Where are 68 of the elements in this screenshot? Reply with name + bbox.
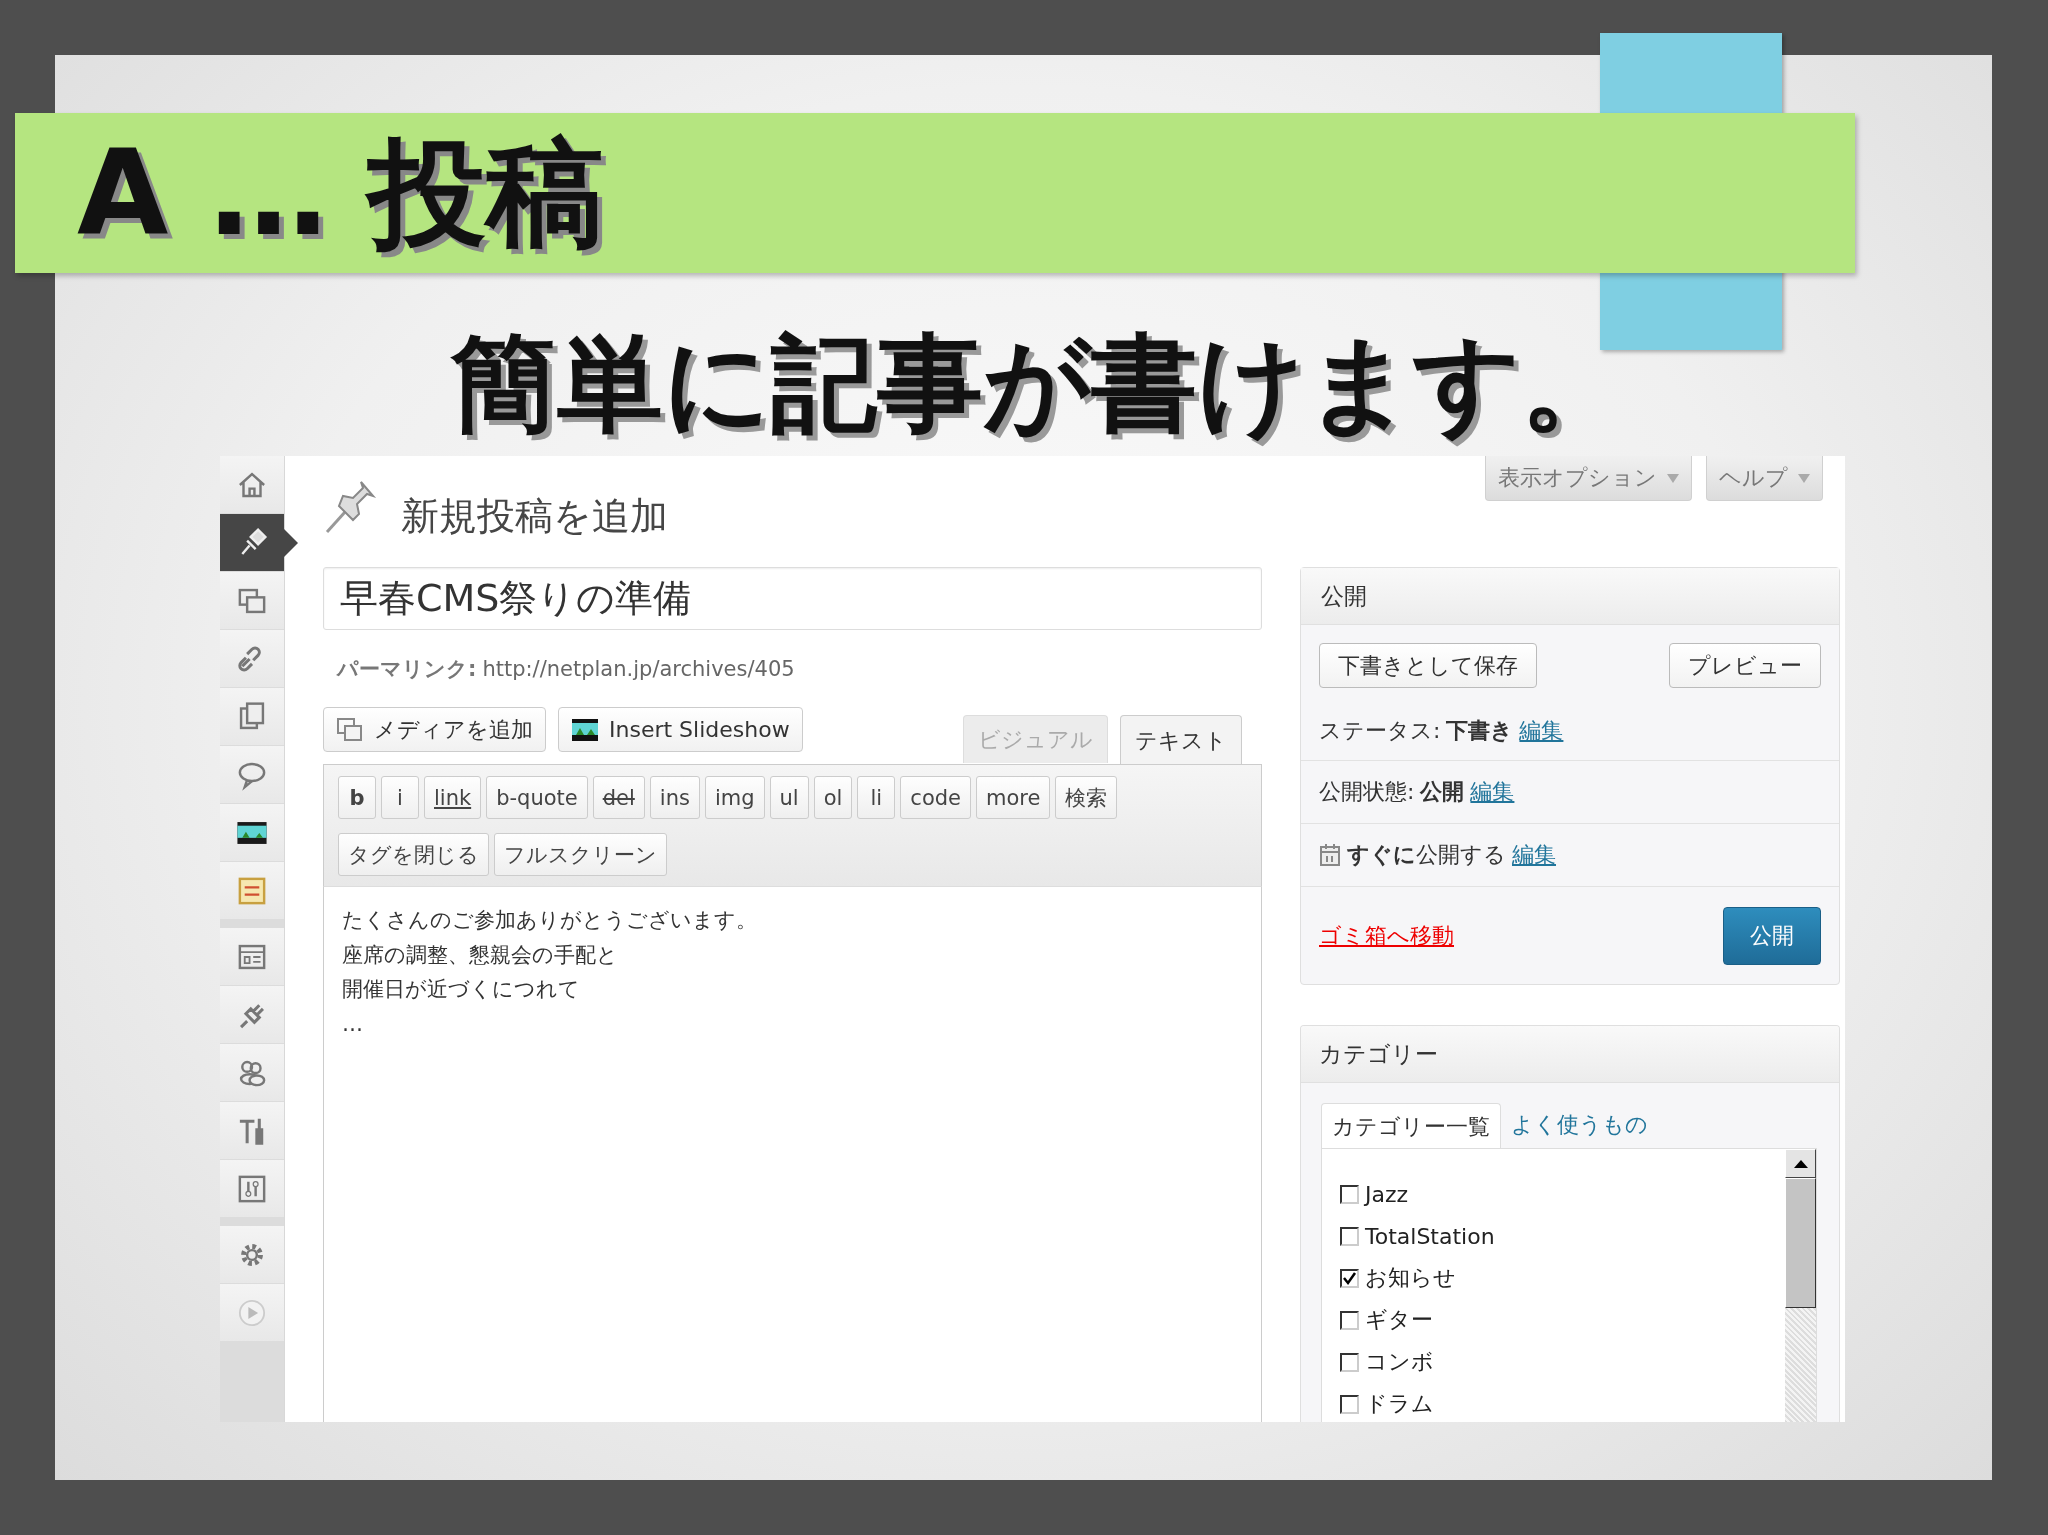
permalink-label: パーマリンク: [337,655,477,683]
scrollbar[interactable] [1785,1149,1816,1423]
schedule-text: すぐに公開する [1347,841,1506,870]
add-media-button[interactable]: メディアを追加 [323,707,546,753]
page-title: 新規投稿を追加 [401,493,668,541]
dropdown-arrow-icon [1798,473,1810,483]
landscape-icon [571,716,599,743]
quicktag-button[interactable]: i [381,776,419,820]
editor-tab[interactable]: テキスト [1120,715,1242,766]
category-label: TotalStation [1365,1223,1495,1249]
category-label: Jazz [1365,1181,1409,1207]
quicktag-button[interactable]: ul [769,776,809,820]
insert-slideshow-button[interactable]: Insert Slideshow [558,707,803,753]
scrollbar-thumb[interactable] [1785,1178,1816,1309]
status-value: 下書き [1446,717,1514,746]
quicktag-button[interactable]: タグを閉じる [338,833,489,877]
permalink-url: http://netplan.jp/archives/405 [482,656,795,681]
quicktag-button[interactable]: link [424,776,482,820]
publish-button[interactable]: 公開 [1723,906,1821,965]
quicktag-button[interactable]: b-quote [486,776,588,820]
sidebar-item[interactable] [220,804,284,863]
quicktag-button[interactable]: ol [813,776,853,820]
checkbox[interactable] [1340,1352,1359,1372]
dropdown-arrow-icon [1667,473,1679,483]
checkbox[interactable] [1340,1226,1359,1246]
screen-options-button[interactable]: 表示オプション [1485,456,1692,502]
scroll-up-button[interactable] [1785,1149,1816,1179]
content-line: たくさんのご参加ありがとうございます。 [342,907,758,935]
quicktag-button[interactable]: フルスクリーン [494,833,667,877]
calendar-icon [1319,843,1341,868]
post-title-field[interactable]: 早春CMS祭りの準備 [323,567,1262,631]
checkbox[interactable] [1340,1394,1359,1414]
slide-subtitle: 簡単に記事が書けます。 [450,327,1627,442]
category-label: お知らせ [1365,1264,1456,1293]
content-line: 座席の調整、懇親会の手配と [342,941,619,969]
category-tab[interactable]: よく使うもの [1501,1102,1658,1149]
save-draft-button[interactable]: 下書きとして保存 [1319,643,1537,689]
content-line: 開催日が近づくにつれて [342,976,581,1004]
media-icon [336,716,364,743]
status-label: ステータス: [1319,717,1441,746]
quicktag-button[interactable]: b [338,776,376,820]
category-label: コンボ [1365,1348,1434,1377]
quicktag-button[interactable]: code [900,776,971,820]
slide-heading: A … 投稿 [77,134,605,252]
box-title: カテゴリー [1301,1026,1839,1084]
visibility-label: 公開状態: [1319,778,1415,807]
edit-link[interactable]: 編集 [1470,777,1515,808]
category-label: ギター [1365,1306,1433,1335]
checkbox[interactable] [1340,1184,1359,1204]
quicktag-button[interactable]: ins [649,776,700,820]
quicktag-button[interactable]: img [704,776,765,820]
help-button[interactable]: ヘルプ [1706,456,1823,502]
preview-button[interactable]: プレビュー [1669,643,1821,689]
content-line: … [342,1010,364,1038]
category-tab[interactable]: カテゴリー一覧 [1321,1103,1501,1150]
edit-link[interactable]: 編集 [1519,716,1564,747]
checkbox[interactable] [1340,1268,1359,1288]
category-label: ドラム [1365,1390,1434,1419]
box-title: 公開 [1301,568,1839,626]
edit-link[interactable]: 編集 [1512,840,1556,871]
quicktag-button[interactable]: more [976,776,1051,820]
quicktag-button[interactable]: li [857,776,896,820]
quicktag-button[interactable]: del [592,776,645,820]
trash-link[interactable]: ゴミ箱へ移動 [1319,920,1454,951]
content-editor[interactable]: たくさんのご参加ありがとうございます。 座席の調整、懇親会の手配と 開催日が近づくにつれて … [323,887,1262,1423]
visibility-value: 公開 [1420,778,1465,807]
quicktag-button[interactable]: 検索 [1055,776,1118,820]
checkbox[interactable] [1340,1310,1359,1330]
